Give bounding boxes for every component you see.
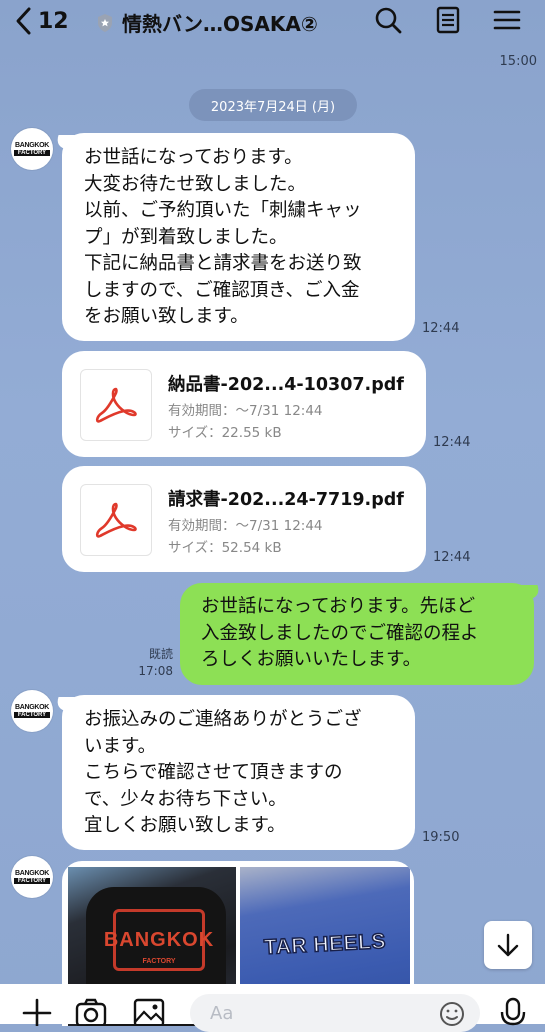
shield-icon	[98, 13, 112, 32]
read-label: 既読	[148, 647, 173, 661]
message-timestamp: 12:44	[433, 550, 471, 565]
date-separator: 2023年7月24日 (月)	[189, 89, 357, 121]
file-name: 納品書-202...4-10307.pdf	[168, 375, 404, 395]
search-icon[interactable]	[372, 4, 404, 36]
unread-count: 12	[38, 8, 69, 34]
avatar-logo: BANGKOK FACTORY	[14, 704, 50, 718]
file-name: 請求書-202...24-7719.pdf	[168, 490, 404, 510]
message-composer	[0, 984, 545, 1032]
chevron-left-icon	[16, 7, 31, 35]
message-timestamp: 17:08	[138, 664, 173, 678]
avatar[interactable]: BANGKOK FACTORY	[11, 690, 53, 732]
jacket-print: TAR HEELS	[263, 929, 387, 960]
scroll-down-button[interactable]	[484, 921, 532, 969]
menu-icon[interactable]	[491, 4, 523, 36]
tshirt-print-subtext: FACTORY	[142, 958, 176, 965]
file-size: サイズ：22.55 kB	[168, 425, 282, 441]
file-attachment[interactable]: 納品書-202...4-10307.pdf 有効期間：〜7/31 12:44 サ…	[62, 351, 426, 457]
message-timestamp: 19:50	[422, 830, 460, 845]
avatar[interactable]: BANGKOK FACTORY	[11, 128, 53, 170]
camera-icon[interactable]	[74, 996, 108, 1026]
avatar-logo-line1: BANGKOK	[14, 142, 50, 149]
file-expiry: 有効期間：〜7/31 12:44	[168, 518, 323, 534]
avatar-logo: BANGKOK FACTORY	[14, 870, 50, 884]
file-size: サイズ：52.54 kB	[168, 540, 282, 556]
chat-title-area[interactable]: 情熱バン…OSAKA②	[96, 8, 318, 37]
tshirt-print: BANGKOK FACTORY	[104, 909, 213, 971]
avatar-logo-line1: BANGKOK	[14, 870, 50, 877]
image-icon[interactable]	[132, 996, 166, 1026]
message-bubble-incoming[interactable]: お振込みのご連絡ありがとうござ います。 こちらで確認させて頂きますの で、少々…	[62, 695, 415, 850]
message-timestamp: 12:44	[433, 435, 471, 450]
chat-header: 12 情熱バン…OSAKA②	[0, 0, 545, 42]
pdf-thumbnail	[80, 369, 152, 441]
pdf-icon	[95, 387, 137, 423]
avatar-logo-line1: BANGKOK	[14, 704, 50, 711]
avatar[interactable]: BANGKOK FACTORY	[11, 856, 53, 898]
avatar-logo-line2: FACTORY	[14, 712, 50, 718]
plus-icon[interactable]	[20, 996, 54, 1026]
message-timestamp: 15:00	[499, 54, 537, 69]
file-expiry: 有効期間：〜7/31 12:44	[168, 403, 323, 419]
avatar-logo-line2: FACTORY	[14, 150, 50, 156]
chat-title: 情熱バン…OSAKA②	[122, 12, 318, 36]
pdf-icon	[95, 502, 137, 538]
back-button[interactable]: 12	[14, 4, 69, 38]
notes-icon[interactable]	[432, 4, 464, 36]
message-bubble-incoming[interactable]: お世話になっております。 大変お待たせ致しました。 以前、ご予約頂いた「刺繍キャ…	[62, 133, 415, 341]
mic-icon[interactable]	[496, 996, 530, 1026]
tshirt-print-text: BANGKOK	[103, 928, 215, 951]
message-input[interactable]	[190, 994, 480, 1032]
message-timestamp: 12:44	[422, 321, 460, 336]
read-status: 既読 17:08	[128, 646, 173, 680]
avatar-logo: BANGKOK FACTORY	[14, 142, 50, 156]
file-attachment[interactable]: 請求書-202...24-7719.pdf 有効期間：〜7/31 12:44 サ…	[62, 466, 426, 572]
message-bubble-outgoing[interactable]: お世話になっております。先ほど 入金致しましたのでご確認の程よ ろしくお願いいた…	[180, 583, 534, 685]
avatar-logo-line2: FACTORY	[14, 878, 50, 884]
pdf-thumbnail	[80, 484, 152, 556]
arrow-down-icon	[497, 933, 519, 957]
